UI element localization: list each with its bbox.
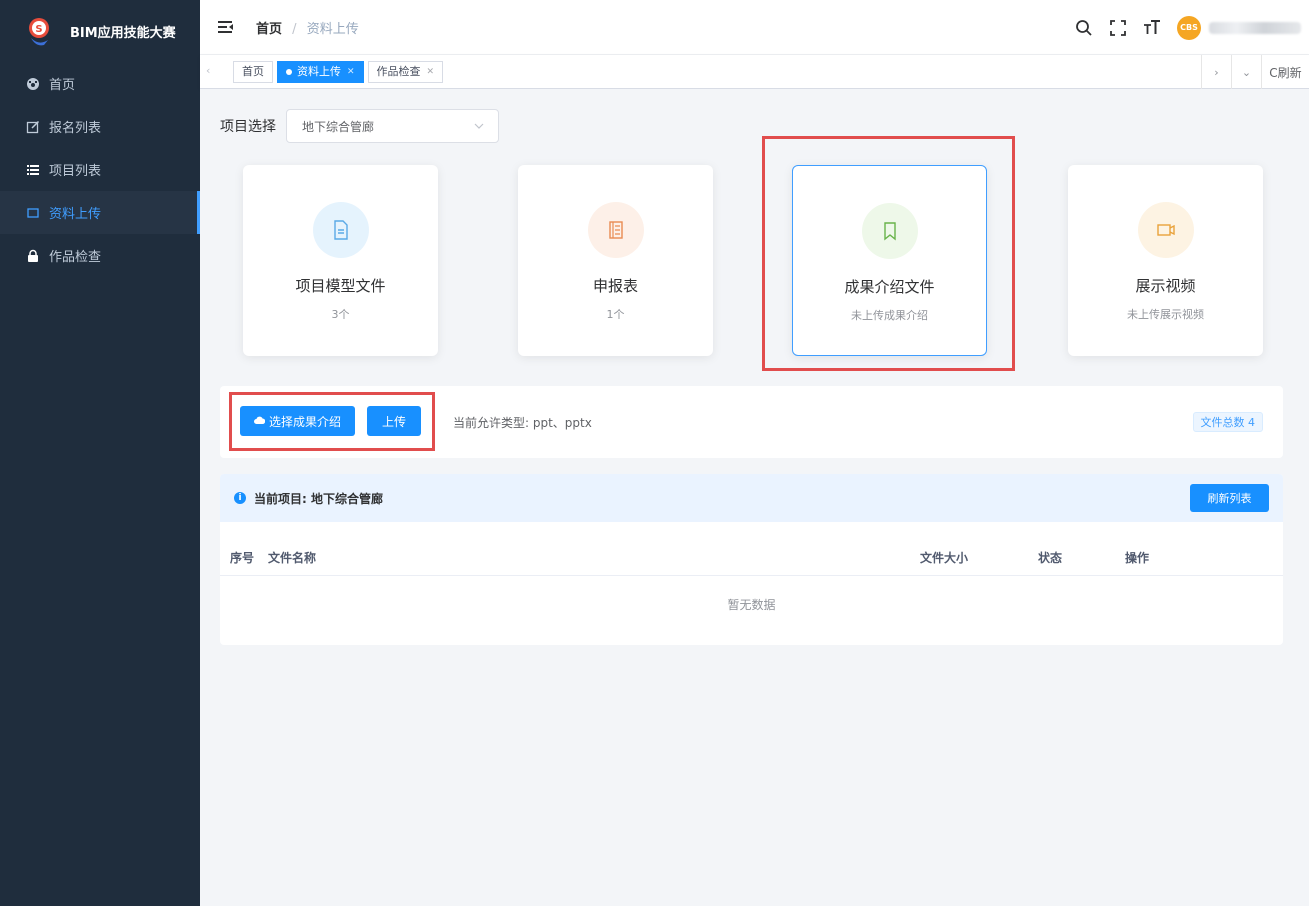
- tag-check[interactable]: 作品检查 ✕: [367, 61, 444, 83]
- upload-box-icon: [26, 206, 40, 220]
- annotation-highlight-card: [762, 136, 1015, 371]
- tag-label: 首页: [242, 65, 264, 78]
- table-header: 序号 文件名称 文件大小 状态 操作: [220, 534, 1283, 576]
- dashboard-icon: [26, 77, 40, 91]
- project-select[interactable]: 地下综合管廊: [286, 109, 499, 143]
- refresh-tab-button[interactable]: C刷新: [1261, 55, 1309, 89]
- column-header: 文件大小: [920, 551, 969, 565]
- sidebar-item-registration[interactable]: 报名列表: [0, 105, 200, 148]
- allowed-types-text: 当前允许类型: ppt、pptx: [453, 416, 592, 430]
- card-model-files[interactable]: 项目模型文件 3个: [243, 165, 438, 356]
- font-size-icon[interactable]: [1143, 19, 1161, 37]
- sidebar-item-projects[interactable]: 项目列表: [0, 148, 200, 191]
- card-title: 申报表: [592, 277, 638, 295]
- list-icon: [26, 163, 40, 177]
- file-count-badge: 文件总数 4: [1192, 412, 1263, 432]
- sidebar-item-label: 资料上传: [49, 207, 102, 222]
- breadcrumb-home[interactable]: 首页: [256, 22, 282, 37]
- breadcrumb: 首页 / 资料上传: [256, 18, 359, 37]
- column-header: 文件名称: [268, 551, 317, 565]
- card-application-form[interactable]: 申报表 1个: [518, 165, 713, 356]
- search-icon[interactable]: [1075, 19, 1093, 37]
- current-project-text: 当前项目: 地下综合管廊: [254, 491, 383, 506]
- sidebar-item-label: 作品检查: [49, 250, 102, 265]
- breadcrumb-separator: /: [292, 21, 297, 37]
- logo: S BIM应用技能大赛: [0, 0, 200, 62]
- svg-text:S: S: [35, 24, 42, 35]
- tags-view: ‹ 首页 资料上传 ✕ 作品检查 ✕ › ⌄ C刷新: [200, 55, 1309, 89]
- tags-scroll-right-icon[interactable]: ›: [1201, 55, 1231, 89]
- sidebar-item-label: 首页: [49, 78, 76, 93]
- empty-state-text: 暂无数据: [727, 598, 776, 612]
- tag-home[interactable]: 首页: [233, 61, 273, 83]
- chevron-down-icon: [474, 120, 484, 134]
- fullscreen-icon[interactable]: [1109, 19, 1127, 37]
- tag-label: 作品检查: [376, 65, 421, 78]
- close-icon[interactable]: ✕: [427, 62, 435, 82]
- project-select-label: 项目选择: [220, 119, 276, 135]
- annotation-highlight-buttons: [229, 392, 435, 451]
- tag-upload[interactable]: 资料上传 ✕: [277, 61, 364, 83]
- edit-icon: [26, 120, 40, 134]
- refresh-list-button[interactable]: 刷新列表: [1190, 484, 1269, 512]
- avatar[interactable]: CBS: [1177, 15, 1201, 40]
- column-header: 序号: [230, 551, 255, 565]
- sidebar-item-check[interactable]: 作品检查: [0, 234, 200, 277]
- lock-icon: [26, 249, 40, 263]
- close-icon[interactable]: ✕: [347, 62, 355, 82]
- card-title: 项目模型文件: [295, 277, 386, 295]
- file-icon: [312, 202, 369, 258]
- active-dot-icon: [286, 69, 292, 75]
- tags-scroll-left-icon[interactable]: ‹: [206, 64, 210, 77]
- sidebar-item-home[interactable]: 首页: [0, 62, 200, 105]
- card-title: 展示视频: [1135, 277, 1196, 295]
- sidebar-item-label: 报名列表: [49, 121, 102, 136]
- card-subtitle: 3个: [331, 308, 350, 321]
- card-demo-video[interactable]: 展示视频 未上传展示视频: [1068, 165, 1263, 356]
- sidebar-item-label: 项目列表: [49, 164, 102, 179]
- card-subtitle: 未上传展示视频: [1127, 308, 1204, 321]
- card-subtitle: 1个: [606, 308, 625, 321]
- current-project-bar: i 当前项目: 地下综合管廊 刷新列表: [220, 474, 1283, 522]
- project-select-value: 地下综合管廊: [302, 119, 375, 134]
- info-icon: i: [234, 492, 246, 504]
- app-title: BIM应用技能大赛: [70, 25, 176, 41]
- file-list-panel: i 当前项目: 地下综合管廊 刷新列表 序号 文件名称 文件大小 状态 操作 暂…: [220, 474, 1283, 645]
- column-header: 操作: [1125, 551, 1150, 565]
- sidebar-item-upload[interactable]: 资料上传: [0, 191, 200, 234]
- video-icon: [1137, 202, 1194, 258]
- main-content: 项目选择 地下综合管廊 项目模型文件 3个 申报表 1个 成果介绍文件 未上传成…: [200, 89, 1309, 906]
- sidebar: S BIM应用技能大赛 首页 报名列表 项目列表 资料上传 作品检查: [0, 0, 200, 906]
- tag-label: 资料上传: [297, 65, 341, 78]
- chevron-down-icon[interactable]: ⌄: [1231, 55, 1261, 89]
- navbar: 首页 / 资料上传 CBS: [200, 0, 1309, 55]
- hamburger-icon[interactable]: [218, 19, 234, 35]
- logo-icon: S: [26, 16, 52, 46]
- breadcrumb-current: 资料上传: [306, 21, 359, 37]
- form-icon: [587, 202, 644, 258]
- column-header: 状态: [1038, 551, 1063, 565]
- user-name-blurred[interactable]: [1209, 21, 1301, 34]
